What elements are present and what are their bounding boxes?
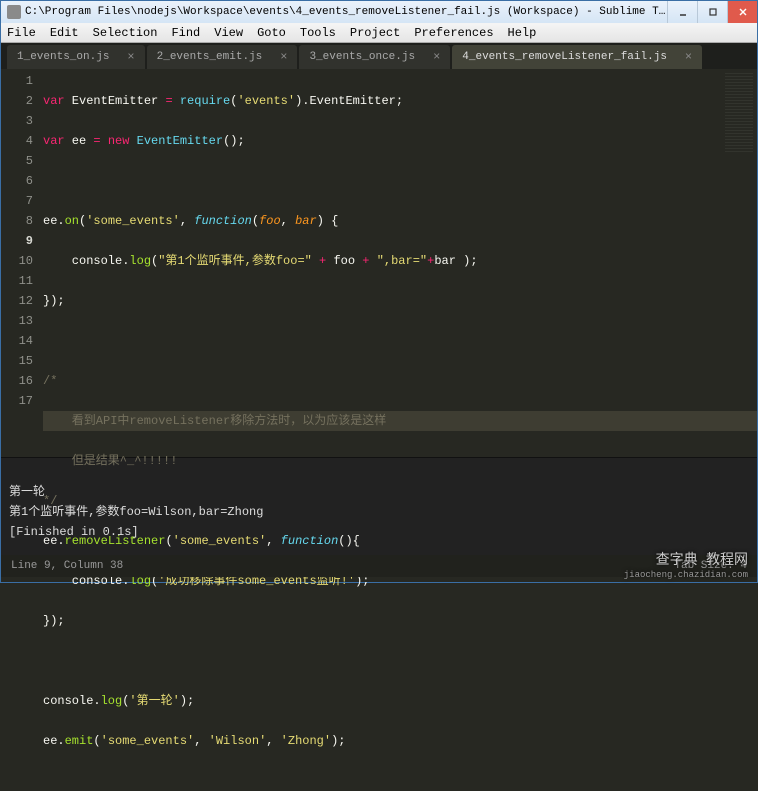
tab-4[interactable]: 4_events_removeListener_fail.js ×	[452, 45, 702, 69]
tab-label: 4_events_removeListener_fail.js	[462, 51, 667, 63]
tab-label: 2_events_emit.js	[157, 51, 263, 63]
menu-selection[interactable]: Selection	[93, 26, 158, 40]
minimap[interactable]	[725, 73, 753, 153]
tab-2[interactable]: 2_events_emit.js ×	[147, 45, 298, 69]
tab-label: 3_events_once.js	[309, 51, 415, 63]
code-area[interactable]: var EventEmitter = require('events').Eve…	[43, 69, 757, 457]
window-title: C:\Program Files\nodejs\Workspace\events…	[25, 6, 667, 18]
minimize-button[interactable]	[667, 1, 697, 23]
app-icon	[7, 5, 21, 19]
close-icon[interactable]: ×	[433, 50, 440, 64]
menu-file[interactable]: File	[7, 26, 36, 40]
menu-edit[interactable]: Edit	[50, 26, 79, 40]
tab-3[interactable]: 3_events_once.js ×	[299, 45, 450, 69]
menu-preferences[interactable]: Preferences	[414, 26, 493, 40]
line-gutter: 1234567891011121314151617	[1, 69, 43, 457]
tab-label: 1_events_on.js	[17, 51, 109, 63]
menu-help[interactable]: Help	[508, 26, 537, 40]
menu-project[interactable]: Project	[350, 26, 400, 40]
menu-tools[interactable]: Tools	[300, 26, 336, 40]
tab-bar: 1_events_on.js × 2_events_emit.js × 3_even…	[1, 43, 757, 69]
close-icon[interactable]: ×	[280, 50, 287, 64]
menu-bar: File Edit Selection Find View Goto Tools…	[1, 23, 757, 43]
maximize-button[interactable]	[697, 1, 727, 23]
close-button[interactable]	[727, 1, 757, 23]
console-line: 第一轮	[9, 485, 45, 499]
window-titlebar: C:\Program Files\nodejs\Workspace\events…	[1, 1, 757, 23]
status-cursor[interactable]: Line 9, Column 38	[11, 560, 123, 572]
editor[interactable]: 1234567891011121314151617 var EventEmitt…	[1, 69, 757, 457]
tab-1[interactable]: 1_events_on.js ×	[7, 45, 145, 69]
menu-view[interactable]: View	[214, 26, 243, 40]
watermark: 查字典 教程网 jiaocheng.chazidian.com	[618, 551, 754, 583]
close-icon[interactable]: ×	[685, 50, 692, 64]
menu-goto[interactable]: Goto	[257, 26, 286, 40]
close-icon[interactable]: ×	[127, 50, 134, 64]
menu-find[interactable]: Find	[171, 26, 200, 40]
